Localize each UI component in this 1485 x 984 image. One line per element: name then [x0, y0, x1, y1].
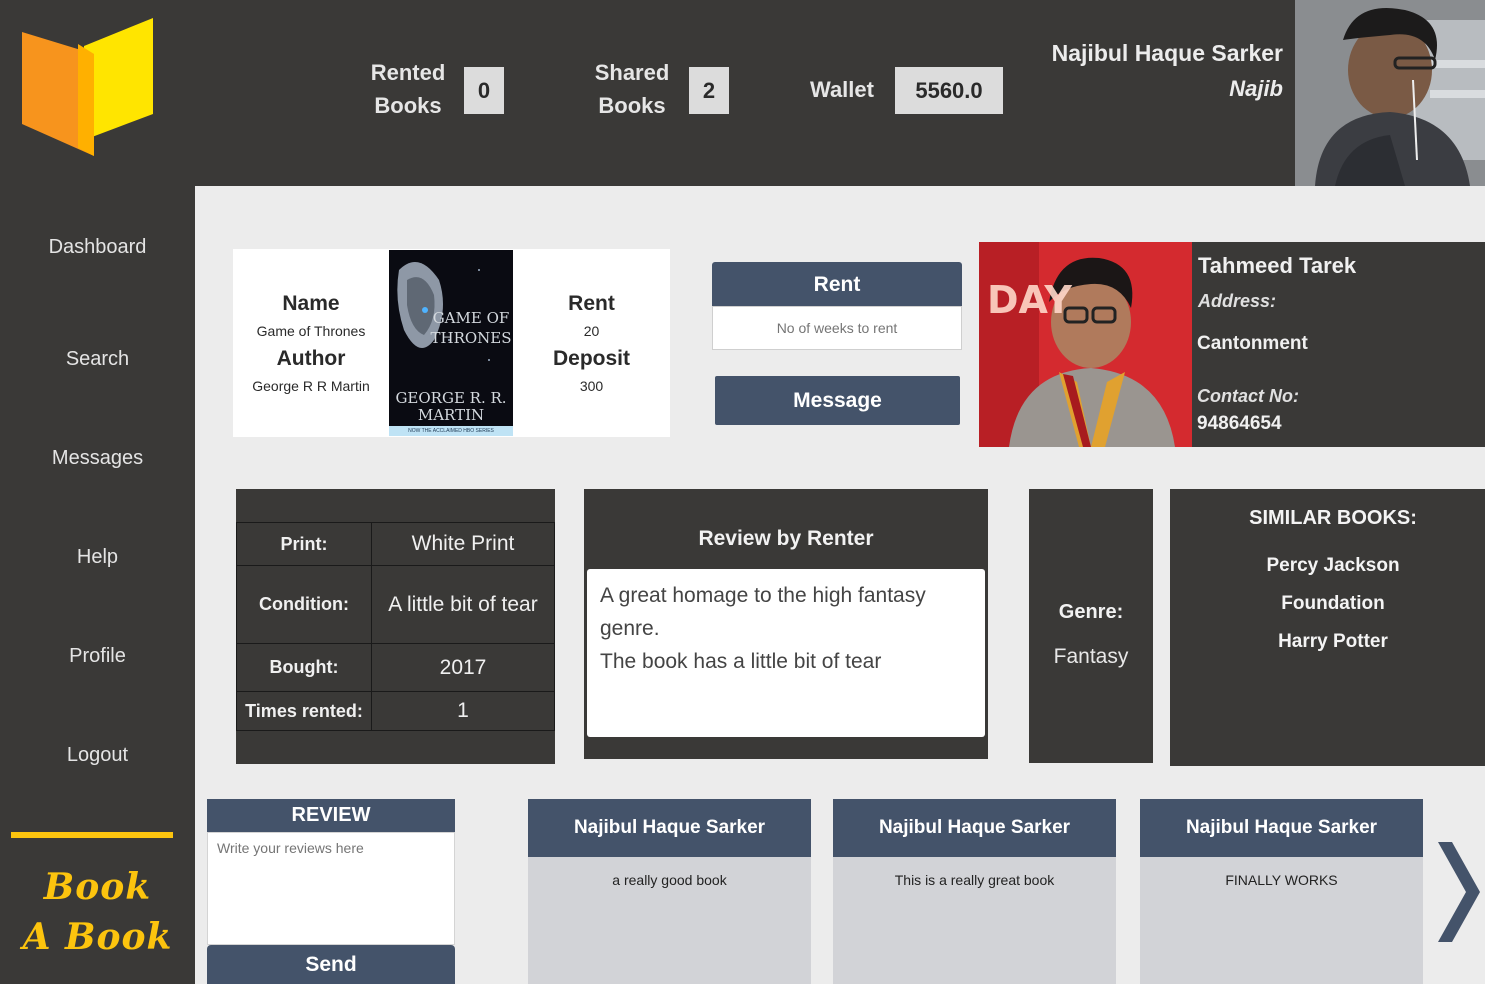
open-book-logo-icon: [22, 18, 153, 156]
cover-author: GEORGE R. R. MARTIN: [389, 390, 513, 424]
review-author: Najibul Haque Sarker: [1140, 799, 1423, 857]
renter-review-line: genre.: [600, 617, 660, 640]
renter-review-line: A great homage to the high fantasy: [600, 584, 926, 607]
book-deposit: 300: [579, 378, 604, 394]
sidebar-item-search[interactable]: Search: [0, 348, 195, 371]
current-user-name: Najibul Haque Sarker: [1051, 40, 1283, 66]
weeks-to-rent-input[interactable]: [712, 306, 962, 350]
detail-key: Print:: [236, 522, 372, 566]
shared-label-line1: Shared: [594, 60, 670, 85]
similar-books-title: SIMILAR BOOKS:: [1249, 507, 1417, 529]
detail-key: Condition:: [236, 565, 372, 644]
review-author: Najibul Haque Sarker: [528, 799, 811, 857]
book-rent: 20: [583, 323, 600, 339]
sidebar-item-messages[interactable]: Messages: [0, 447, 195, 470]
current-user-handle: Najib: [1229, 76, 1283, 101]
book-details-table: Print: White Print Condition: A little b…: [236, 522, 555, 731]
rented-label-line1: Rented: [370, 60, 446, 85]
book-author-label: Author: [276, 347, 346, 370]
shared-books-label: Shared Books: [582, 56, 682, 122]
review-text: This is a really great book: [894, 872, 1055, 888]
owner-name: Tahmeed Tarek: [1198, 253, 1357, 278]
book-cover-image: GAME OF THRONES GEORGE R. R. MARTIN NOW …: [389, 250, 513, 436]
table-row: Times rented: 1: [236, 691, 555, 731]
review-card: Najibul Haque Sarker a really good book: [528, 799, 811, 984]
review-card: Najibul Haque Sarker This is a really gr…: [833, 799, 1116, 984]
review-text: FINALLY WORKS: [1225, 872, 1338, 888]
detail-value: White Print: [371, 522, 555, 566]
renter-review-line: The book has a little bit of tear: [600, 650, 882, 673]
detail-value: 2017: [371, 643, 555, 692]
review-input[interactable]: [207, 832, 455, 945]
cover-author-line1: GEORGE R. R.: [395, 389, 507, 407]
similar-book-item[interactable]: Harry Potter: [1170, 631, 1485, 653]
cover-title: GAME OF THRONES: [429, 308, 513, 348]
book-name-label: Name: [282, 292, 340, 315]
similar-books-panel: [1170, 489, 1485, 766]
owner-contact-label: Contact No:: [1197, 386, 1299, 406]
sidebar-item-help[interactable]: Help: [0, 546, 195, 569]
wallet-label: Wallet: [810, 77, 874, 102]
book-details-panel: Print: White Print Condition: A little b…: [236, 489, 555, 764]
brand-line1: Book: [43, 866, 152, 908]
cover-title-line1: GAME OF: [432, 309, 510, 327]
wallet-balance: 5560.0: [895, 67, 1003, 114]
owner-photo: DAY: [979, 242, 1192, 447]
genre-panel: [1029, 489, 1153, 763]
table-row: Bought: 2017: [236, 643, 555, 692]
shared-books-count: 2: [689, 67, 729, 114]
rent-button[interactable]: Rent: [712, 262, 962, 307]
renter-review-title: Review by Renter: [698, 527, 874, 550]
review-author: Najibul Haque Sarker: [833, 799, 1116, 857]
brand-logo-text: Book A Book: [0, 862, 195, 962]
brand-divider: [11, 832, 173, 838]
book-name: Game of Thrones: [256, 323, 366, 339]
sidebar-item-profile[interactable]: Profile: [0, 645, 195, 668]
table-row: Print: White Print: [236, 522, 555, 566]
detail-key: Times rented:: [236, 691, 372, 731]
review-text: a really good book: [612, 872, 727, 888]
user-avatar[interactable]: [1295, 0, 1485, 186]
chevron-right-icon[interactable]: [1436, 840, 1482, 944]
cover-title-line2: THRONES: [430, 329, 512, 347]
detail-value: 1: [371, 691, 555, 731]
rented-label-line2: Books: [374, 93, 442, 118]
review-form-title: REVIEW: [207, 799, 455, 832]
brand-line2: A Book: [22, 916, 173, 958]
owner-address-label: Address:: [1198, 291, 1277, 311]
table-row: Condition: A little bit of tear: [236, 565, 555, 644]
sidebar-item-dashboard[interactable]: Dashboard: [0, 236, 195, 259]
review-card: Najibul Haque Sarker FINALLY WORKS: [1140, 799, 1423, 984]
cover-strip: NOW THE ACCLAIMED HBO SERIES: [408, 428, 494, 434]
owner-photo-text: DAY: [987, 278, 1072, 322]
message-button[interactable]: Message: [715, 376, 960, 425]
detail-key: Bought:: [236, 643, 372, 692]
rented-books-label: Rented Books: [358, 56, 458, 122]
owner-address: Cantonment: [1197, 333, 1308, 354]
detail-value: A little bit of tear: [371, 565, 555, 644]
rented-books-count: 0: [464, 67, 504, 114]
send-review-button[interactable]: Send: [207, 945, 455, 984]
avatar-photo: [1295, 0, 1485, 186]
genre-value: Fantasy: [1053, 645, 1129, 668]
book-deposit-label: Deposit: [552, 347, 630, 370]
shared-label-line2: Books: [598, 93, 666, 118]
similar-book-item[interactable]: Foundation: [1170, 593, 1485, 615]
book-author: George R R Martin: [252, 378, 370, 394]
book-rent-label: Rent: [568, 292, 615, 315]
genre-label: Genre:: [1058, 601, 1124, 623]
cover-author-line2: MARTIN: [417, 406, 485, 424]
owner-contact: 94864654: [1197, 413, 1282, 434]
renter-review-text: A great homage to the high fantasy genre…: [587, 569, 985, 737]
similar-book-item[interactable]: Percy Jackson: [1170, 555, 1485, 577]
owner-photo-art: [979, 242, 1192, 447]
sidebar-item-logout[interactable]: Logout: [0, 744, 195, 767]
